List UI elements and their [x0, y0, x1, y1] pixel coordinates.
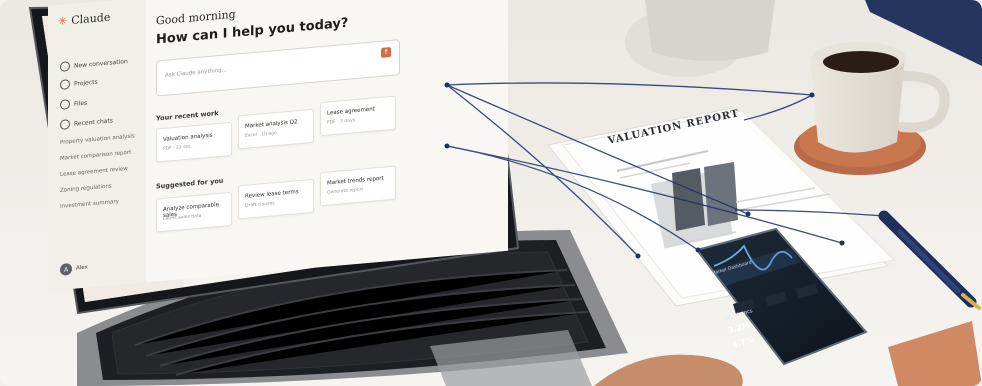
claude-logo-icon: ✳ — [58, 14, 68, 29]
history-icon — [60, 119, 70, 130]
sidebar-item-label: New conversation — [74, 57, 128, 70]
arrow-up-icon: ↑ — [383, 48, 389, 57]
recent-chat-item[interactable]: Market comparison report — [60, 150, 131, 162]
sidebar-item-new-conversation[interactable]: New conversation — [60, 56, 128, 72]
suggested-card[interactable]: Review lease terms Draft clauses — [238, 178, 314, 220]
card-subtitle: Excel · 1h ago — [245, 130, 277, 139]
prompt-box[interactable]: Ask Claude anything... ↑ — [156, 39, 400, 97]
greeting: Good morning — [156, 7, 236, 28]
vase — [645, 0, 775, 61]
sidebar-item-label: Projects — [74, 78, 98, 88]
recent-work-card[interactable]: Valuation analysis PDF · 22 sec — [156, 121, 232, 163]
card-subtitle: PDF · 22 sec — [163, 144, 191, 152]
suggested-card[interactable]: Analyze comparable sales Latest sales da… — [156, 191, 232, 233]
plus-icon — [60, 61, 70, 72]
sidebar-item-label: Files — [74, 99, 88, 108]
phone-metric-value: 3.2M — [727, 320, 751, 336]
recent-chat-item[interactable]: Zoning regulations — [60, 183, 112, 194]
file-icon — [60, 99, 70, 110]
card-title: Lease agreement — [327, 106, 375, 117]
laptop-screen-ui: ✳ Claude New conversation Projects Files… — [48, 0, 508, 291]
recent-chat-item[interactable]: Lease agreement review — [60, 166, 128, 178]
sidebar-item-files[interactable]: Files — [60, 98, 87, 110]
card-title: Market analysis Q2 — [245, 119, 298, 130]
avatar[interactable]: A — [60, 262, 72, 276]
card-title: Market trends report — [327, 175, 384, 187]
app-logo: ✳ Claude — [58, 11, 110, 29]
recent-chat-item[interactable]: Investment summary — [60, 199, 119, 210]
suggested-title: Suggested for you — [156, 176, 224, 191]
card-subtitle: Draft clauses — [245, 201, 275, 209]
recent-work-title: Your recent work — [156, 109, 219, 123]
building-photo — [672, 168, 705, 231]
sidebar-item-projects[interactable]: Projects — [60, 77, 98, 90]
sidebar-item-label: Recent chats — [74, 116, 113, 128]
phone-title: Market Dashboard — [711, 260, 753, 277]
recent-chat-item[interactable]: Property valuation analysis — [60, 133, 135, 146]
main-panel: Good morning How can I help you today? A… — [146, 0, 508, 283]
photo-scene: ✳ Claude New conversation Projects Files… — [0, 0, 982, 386]
suggested-card[interactable]: Market trends report Generate report — [320, 165, 396, 207]
recent-work-card[interactable]: Market analysis Q2 Excel · 1h ago — [238, 108, 314, 150]
recent-work-card[interactable]: Lease agreement PDF · 3 days — [320, 95, 396, 137]
app-sidebar: ✳ Claude New conversation Projects Files… — [48, 0, 147, 291]
card-subtitle: Generate report — [327, 187, 364, 196]
sidebar-item-recent-chats[interactable]: Recent chats — [60, 115, 113, 130]
folder-icon — [60, 79, 70, 90]
phone-kpi-title: Key Metrics — [723, 308, 754, 322]
card-subtitle: PDF · 3 days — [327, 118, 355, 126]
card-title: Review lease terms — [245, 189, 299, 200]
user-name: Alex — [76, 264, 88, 272]
prompt-placeholder: Ask Claude anything... — [165, 67, 227, 79]
send-button[interactable]: ↑ — [381, 46, 391, 58]
card-title: Valuation analysis — [163, 132, 213, 143]
phone-metric-value: 4.7% — [731, 334, 755, 350]
brand-name: Claude — [71, 10, 111, 27]
